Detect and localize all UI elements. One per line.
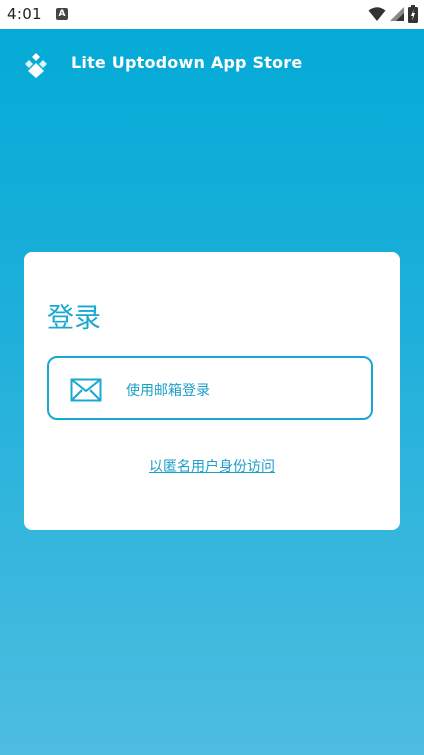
notification-icon: A [56,8,68,20]
anonymous-access-link[interactable]: 以匿名用户身份访问 [24,456,400,476]
app-title: Lite Uptodown App Store [71,53,303,72]
status-bar: 4:01 A [0,0,424,29]
email-login-label: 使用邮箱登录 [126,383,210,399]
envelope-icon [70,378,102,402]
signal-icon [390,7,404,21]
status-time: 4:01 [7,5,42,23]
status-icons [368,5,418,23]
battery-icon [408,5,418,23]
wifi-icon [368,7,386,21]
login-card: 登录 使用邮箱登录 以匿名用户身份访问 [24,252,400,530]
login-title: 登录 [47,303,101,334]
uptodown-logo-icon [25,53,47,78]
app-header: Lite Uptodown App Store [0,29,424,99]
email-login-button[interactable]: 使用邮箱登录 [47,356,373,420]
